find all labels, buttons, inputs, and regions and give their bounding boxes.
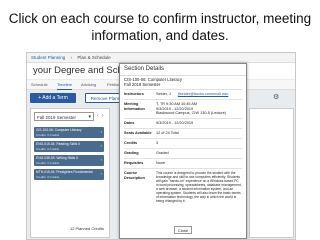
planned-credits: 12 Planned Credits — [69, 226, 104, 231]
course-card[interactable]: ENG-035-03: Writing Skills II Credits: 3… — [34, 155, 104, 166]
term-panel: Fall 2019 Semester ▾ ‹ › CIS-100-06: Com… — [30, 108, 110, 238]
course-credits: Credits: 3 Credits — [36, 147, 60, 151]
requisites-value: None — [156, 161, 166, 165]
divider — [124, 89, 242, 90]
divider — [124, 148, 242, 149]
divider — [124, 138, 242, 139]
credits-label: Credits — [124, 141, 138, 145]
chevron-down-icon: ▾ — [88, 114, 91, 120]
prev-term-arrow[interactable]: ‹ — [97, 112, 101, 121]
breadcrumb: Student Planning › Plan & Schedule — [27, 53, 295, 63]
divider — [124, 118, 242, 119]
meeting-value: T, TR 9:30 AM 10:45 AM 9/3/2019 - 12/20/… — [156, 102, 242, 116]
tab-timeline[interactable]: Timeline — [57, 80, 72, 90]
instructors-value: Selder, J jfselder@bucks.commcoll.edu — [156, 92, 242, 97]
dialog-course-term: Fall 2019 Semester — [124, 82, 161, 87]
divider — [124, 99, 242, 100]
course-name: MTH-015-04: Prealgebra Fundamental — [36, 170, 93, 174]
breadcrumb-plan-schedule[interactable]: Plan & Schedule — [77, 55, 110, 60]
course-card[interactable]: ENG-015-04: Reading Skills II Credits: 3… — [34, 141, 104, 152]
term-select[interactable]: Fall 2019 Semester ▾ — [34, 112, 94, 121]
close-button[interactable]: Close — [174, 226, 192, 234]
term-select-value: Fall 2019 Semester — [37, 115, 77, 120]
breadcrumb-separator: › — [70, 55, 73, 60]
dates-label: Dates — [124, 121, 135, 125]
calendar-panel — [249, 108, 294, 238]
dialog-title: Section Details — [124, 66, 165, 72]
gear-icon[interactable]: ⚙ — [273, 93, 279, 101]
divider — [124, 128, 242, 129]
course-card[interactable]: MTH-015-04: Prealgebra Fundamental Credi… — [34, 169, 104, 180]
chevron-right-icon: › — [100, 143, 102, 148]
student-planning-screenshot: Student Planning › Plan & Schedule your … — [26, 52, 296, 240]
section-details-dialog: Section Details CIS-100-06: Computer Lit… — [119, 63, 247, 239]
meeting-label: Meeting Information — [124, 102, 145, 111]
chevron-right-icon: › — [100, 157, 102, 162]
meeting-location: Blackwood Campus, CIW 130-5 (Lecture) — [156, 111, 227, 116]
seats-label: Seats Available — [124, 131, 152, 135]
breadcrumb-student-planning[interactable]: Student Planning — [31, 55, 65, 60]
grading-label: Grading — [124, 151, 139, 155]
tab-advising[interactable]: Advising — [81, 80, 96, 89]
dialog-course-title: CIS-100-06: Computer Literacy Fall 2019 … — [124, 77, 242, 87]
instructors-label: Instructors — [124, 92, 144, 96]
tab-schedule[interactable]: Schedule — [31, 80, 48, 89]
credits-value: 3 — [156, 141, 159, 145]
dates-value: 9/3/2019 - 12/20/2019 — [156, 121, 194, 125]
seats-value: 12 of 24 Total — [156, 131, 179, 135]
dialog-header: Section Details — [120, 64, 246, 76]
description-value: This course is designed to provide the s… — [156, 171, 242, 203]
divider — [124, 158, 242, 159]
instruction-caption: Click on each course to confirm instruct… — [8, 11, 312, 43]
add-term-button[interactable]: + Add a Term — [30, 93, 76, 103]
next-term-arrow[interactable]: › — [102, 112, 106, 121]
course-credits: Credits: 3 Credits — [36, 175, 60, 179]
course-name: CIS-100-06: Computer Literacy — [36, 128, 82, 132]
description-label: Course Description — [124, 171, 145, 180]
grading-value: Graded — [156, 151, 169, 155]
course-name: ENG-015-04: Reading Skills II — [36, 142, 80, 146]
divider — [124, 168, 242, 169]
chevron-right-icon: › — [100, 129, 102, 134]
instructor-name: Selder, J — [156, 92, 171, 96]
chevron-right-icon: › — [100, 171, 102, 176]
course-card[interactable]: CIS-100-06: Computer Literacy Credits: 3… — [34, 127, 104, 138]
instructor-email-link[interactable]: jfselder@bucks.commcoll.edu — [178, 92, 229, 96]
course-credits: Credits: 3 Credits — [36, 161, 60, 165]
course-name: ENG-035-03: Writing Skills II — [36, 156, 78, 160]
requisites-label: Requisites — [124, 161, 144, 165]
course-credits: Credits: 3 Credits — [36, 133, 60, 137]
